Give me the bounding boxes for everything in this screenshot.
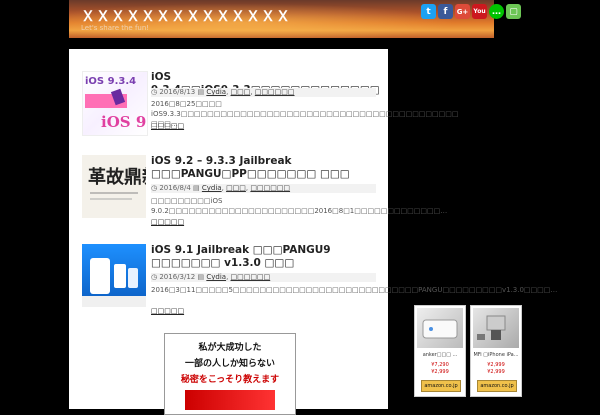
article-thumbnail[interactable]: 革故鼎新	[82, 155, 146, 218]
product-name: anker□□□ ...	[422, 352, 458, 358]
svg-text:iOS 9.3: iOS 9.3	[101, 113, 147, 131]
folder-icon: ▤	[197, 88, 205, 96]
ad-line-3: 秘密をこっそり教えます	[180, 375, 280, 385]
pangu9-thumbnail-graphic	[82, 258, 146, 307]
site-tagline: Let's share the fun!	[81, 24, 150, 32]
product-image	[473, 308, 519, 348]
category-link[interactable]: □□□	[226, 184, 246, 192]
line-icon[interactable]: …	[489, 4, 504, 19]
ad-banner[interactable]: 私が大成功した 一部の人しか知らない 秘密をこっそり教えます	[164, 333, 296, 415]
category-link[interactable]: Cydia	[206, 88, 226, 96]
twitter-icon[interactable]: t	[421, 4, 436, 19]
article-excerpt: □□□□□□□□□iOS 9.0.2□□□□□□□□□□□□□□□□□□□□□□…	[151, 197, 448, 215]
card-reader-graphic	[477, 315, 506, 340]
category-link[interactable]: □□□□□□	[231, 273, 271, 281]
product-name: MFi □iPhone iPa...	[473, 352, 519, 358]
ad-line-1: 私が大成功した	[198, 343, 262, 353]
battery-pack-graphic	[422, 319, 458, 339]
article-title[interactable]: iOS 9.2 – 9.3.3 Jailbreak □□□PANGU□PP□□□…	[151, 155, 376, 181]
site-header: ＸＸＸＸＸＸＸＸＸＸＸＸＸＸ Let's share the fun! t f …	[0, 0, 600, 44]
read-more-link[interactable]: □□□□□	[151, 218, 184, 226]
read-more-link[interactable]: □□□□□	[151, 122, 184, 130]
article-thumbnail[interactable]: iOS 9.3.4 iOS 9.3	[82, 71, 148, 136]
main-content: iOS 9.3.4 iOS 9.3 iOS 9.3.4□□iOS9.3.3□□□…	[69, 49, 558, 415]
article-title[interactable]: iOS 9.1 Jailbreak □□□PANGU9 □□□□□□□ v1.3…	[151, 244, 376, 270]
social-icons: t f G+ You … ▢	[421, 4, 521, 19]
svg-text:iOS 9.3.4: iOS 9.3.4	[85, 76, 136, 87]
article-item: iOS 9.3.4 iOS 9.3 iOS 9.3.4□□iOS9.3.3□□□…	[81, 71, 459, 136]
folder-icon: ▤	[193, 184, 200, 192]
category-link[interactable]: □□□□□□	[250, 184, 290, 192]
ad-line-2: 一部の人しか知らない	[184, 359, 275, 369]
category-link[interactable]: Cydia	[202, 184, 222, 192]
article-excerpt: 2016□8□25□□□□ iOS9.3.3□□□□□□□□□□□□□□□□□□…	[151, 100, 459, 128]
article-meta: ◷ 2016/8/13 ▤ Cydia, □□□, □□□□□□	[151, 88, 376, 97]
product-price-alt: ¥2,999	[431, 369, 449, 375]
svg-text:革故鼎新: 革故鼎新	[88, 166, 146, 188]
product-card[interactable]: MFi □iPhone iPa... ¥2,999 ¥2,999 amazon.…	[470, 305, 522, 397]
article-thumbnail[interactable]	[82, 244, 146, 307]
category-link[interactable]: Cydia	[206, 273, 226, 281]
feedly-icon[interactable]: ▢	[506, 4, 521, 19]
article-item: 革故鼎新 iOS 9.2 – 9.3.3 Jailbreak □□□PANGU□…	[81, 155, 448, 226]
clock-icon: ◷	[151, 88, 158, 96]
folder-icon: ▤	[197, 273, 205, 281]
article-date: 2016/3/12	[159, 273, 196, 281]
article-date: 2016/8/4	[159, 184, 191, 192]
product-card[interactable]: anker□□□ ... ¥7,290 ¥2,999 amazon.co.jp	[414, 305, 466, 397]
amazon-button[interactable]: amazon.co.jp	[421, 380, 461, 392]
google-plus-icon[interactable]: G+	[455, 4, 470, 19]
article-meta: ◷ 2016/8/4 ▤ Cydia, □□□, □□□□□□	[151, 184, 376, 193]
clock-icon: ◷	[151, 273, 158, 281]
category-link[interactable]: □□□□□□	[255, 88, 295, 96]
amazon-button[interactable]: amazon.co.jp	[477, 380, 517, 392]
facebook-icon[interactable]: f	[438, 4, 453, 19]
youtube-icon[interactable]: You	[472, 4, 487, 19]
clock-icon: ◷	[151, 184, 158, 192]
product-price: ¥2,999	[487, 362, 505, 368]
ios934-thumbnail-graphic: iOS 9.3.4 iOS 9.3	[85, 76, 147, 131]
ad-image	[185, 390, 275, 410]
product-image	[417, 308, 463, 348]
site-title[interactable]: ＸＸＸＸＸＸＸＸＸＸＸＸＸＸ	[81, 6, 291, 26]
article-item: iOS 9.1 Jailbreak □□□PANGU9 □□□□□□□ v1.3…	[81, 244, 558, 319]
pangu-thumbnail-graphic: 革故鼎新	[88, 166, 146, 200]
article-date: 2016/8/13	[159, 88, 196, 96]
read-more-link[interactable]: □□□□□	[151, 307, 184, 315]
product-price-alt: ¥2,999	[487, 369, 505, 375]
article-excerpt: 2016□3□11□□□□□5□□□□□□□□□□□□□□□□□□□□□□□□□…	[151, 286, 558, 294]
article-meta: ◷ 2016/3/12 ▤ Cydia, □□□□□□	[151, 273, 376, 282]
product-price: ¥7,290	[431, 362, 449, 368]
category-link[interactable]: □□□	[231, 88, 251, 96]
